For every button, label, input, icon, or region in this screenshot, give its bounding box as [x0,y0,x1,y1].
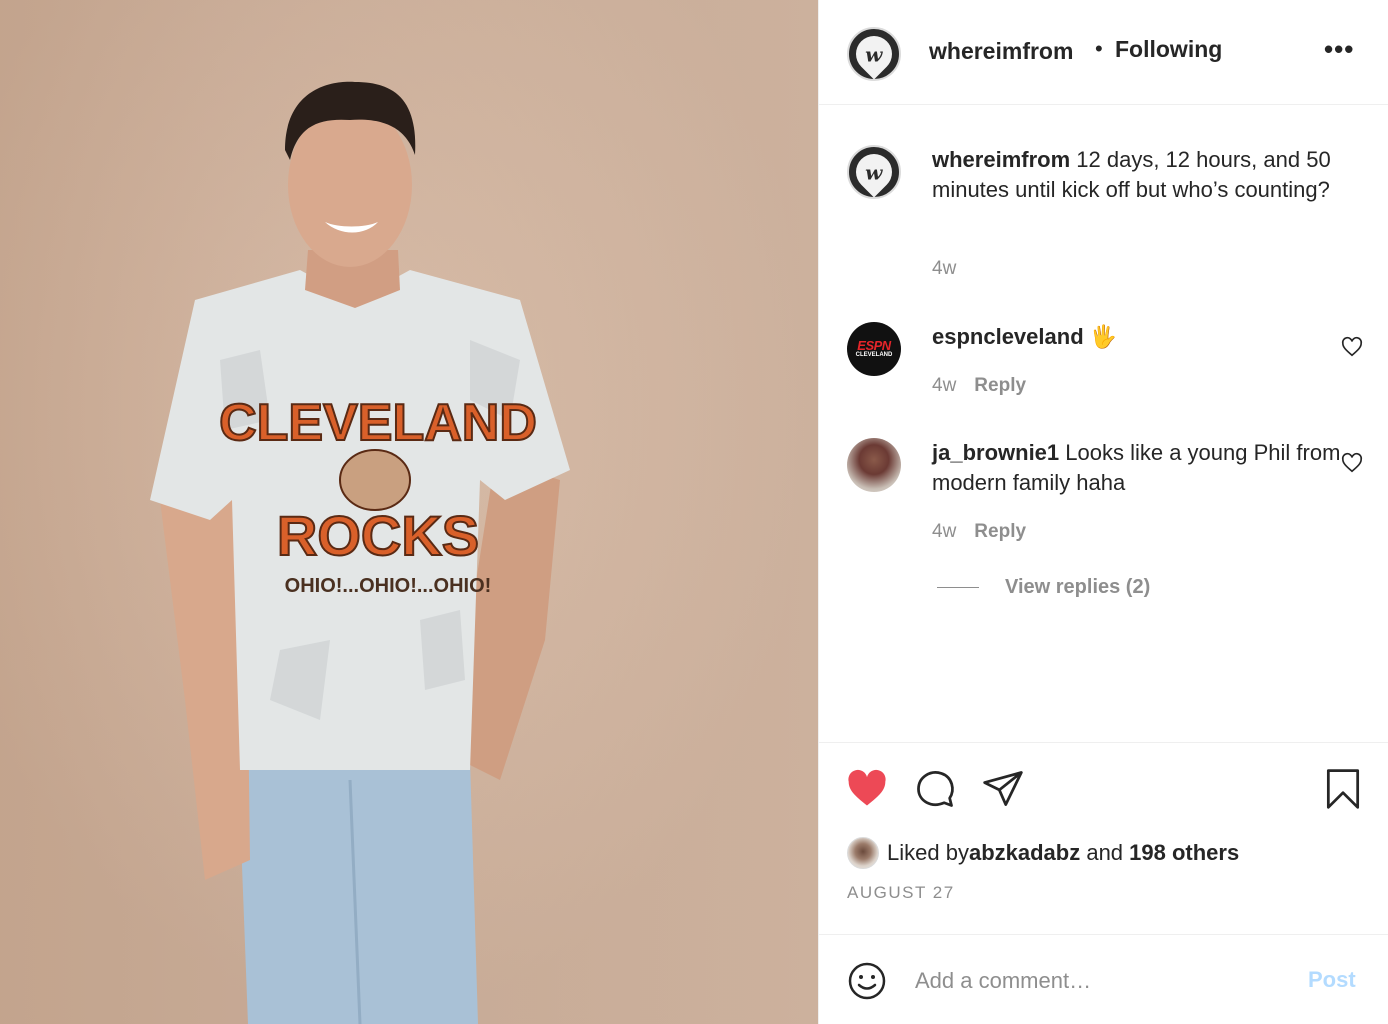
shirt-text-bottom: OHIO!...OHIO!...OHIO! [285,575,492,597]
liker-username-link[interactable]: abzkadabz [969,840,1080,866]
more-options-icon[interactable]: ••• [1324,34,1354,65]
comment-input[interactable] [915,965,1285,997]
avatar-letter: w [865,160,883,184]
add-comment-bar: Post [819,934,1388,1024]
comment-icon[interactable] [913,767,957,811]
author-username-link[interactable]: whereimfrom [929,38,1073,65]
avatar-letter: w [865,42,883,66]
view-replies-label: View replies (2) [1005,576,1151,598]
caption-avatar[interactable]: w [847,145,901,199]
comment-like-heart-icon[interactable] [1341,452,1363,474]
reply-button[interactable]: Reply [974,521,1026,542]
caption-username-link[interactable]: whereimfrom [932,147,1070,172]
post-date[interactable]: AUGUST 27 [847,883,955,903]
comment-timestamp[interactable]: 4w [932,521,956,542]
post-actions: Liked by abzkadabz and 198 others AUGUST… [819,742,1388,934]
comment-timestamp[interactable]: 4w [932,375,956,396]
reply-button[interactable]: Reply [974,375,1026,396]
avatar-cleveland-text: CLEVELAND [855,352,893,358]
comment-username-link[interactable]: ja_brownie1 [932,440,1059,465]
liker-avatar[interactable] [847,837,879,869]
emoji-icon[interactable] [847,961,887,1001]
commenter-avatar[interactable] [847,438,901,492]
view-replies-button[interactable]: View replies (2) [937,576,1150,599]
avatar-espn-text: ESPN [857,338,891,353]
comment-like-heart-icon[interactable] [1341,336,1363,358]
likes-middle: and [1080,840,1130,865]
following-button[interactable]: Following [1115,36,1222,63]
post-header: w whereimfrom • Following ••• [819,0,1388,105]
caption-time: 4w [932,258,956,280]
commenter-avatar[interactable]: ESPN CLEVELAND [847,322,901,376]
likes-prefix: Liked by [887,840,969,865]
author-avatar[interactable]: w [847,27,901,81]
separator-dot: • [1095,36,1103,61]
caption-text: whereimfrom 12 days, 12 hours, and 50 mi… [932,145,1352,205]
likes-summary: Liked by abzkadabz and 198 others [847,836,1239,870]
comment-username-link[interactable]: espncleveland [932,324,1084,349]
photo-figure: CLEVELAND ROCKS OHIO!...OHIO!...OHIO! [150,81,570,1024]
likes-others-link[interactable]: 198 others [1129,840,1239,866]
post-comment-button[interactable]: Post [1308,967,1356,993]
shirt-text-top: CLEVELAND [219,394,537,452]
share-icon[interactable] [981,767,1025,811]
comment-meta: 4w Reply [932,375,1026,397]
post-side-panel: w whereimfrom • Following ••• w whereimf… [818,0,1388,1024]
comment-text: ja_brownie1 Looks like a young Phil from… [932,438,1352,498]
shirt-text-mid: ROCKS [277,504,479,567]
view-replies-line [937,587,979,589]
bookmark-icon[interactable] [1321,767,1365,811]
comment-text: espncleveland 🖐 [932,322,1352,352]
comment-meta: 4w Reply [932,521,1026,543]
caption-timestamp[interactable]: 4w [932,258,956,279]
post-photo: CLEVELAND ROCKS OHIO!...OHIO!...OHIO! [0,0,818,1024]
heart-filled-icon[interactable] [845,767,889,811]
comment-body: 🖐 [1083,324,1118,349]
